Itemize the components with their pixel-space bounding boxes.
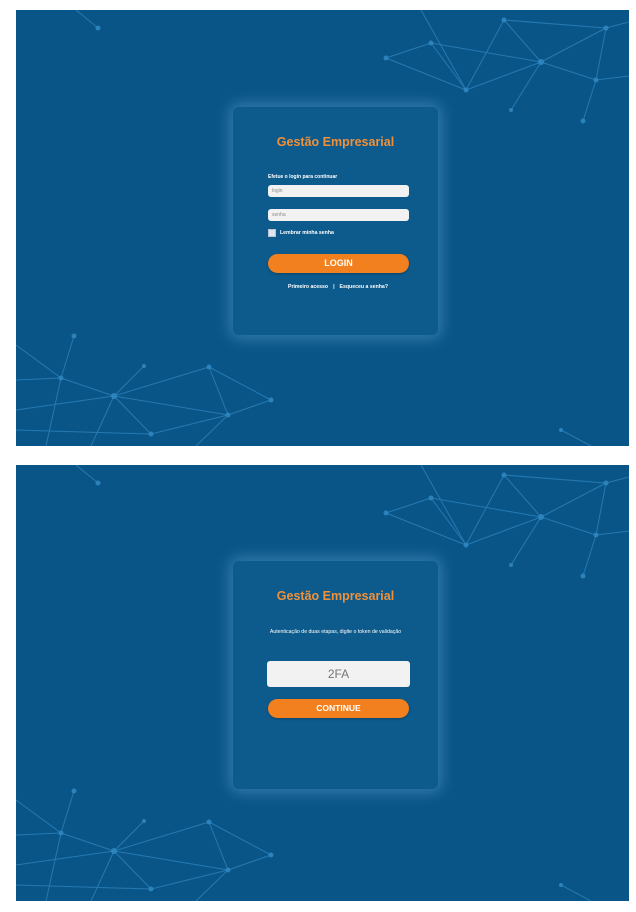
remember-password-checkbox[interactable] xyxy=(268,228,276,237)
continue-button[interactable]: CONTINUE xyxy=(268,699,409,718)
login-links: Primeiro acesso | Esqueceu a senha? xyxy=(273,283,403,291)
login-button[interactable]: LOGIN xyxy=(268,254,409,273)
twofa-instruction: Autenticação de duas etapas, digite o to… xyxy=(269,629,402,635)
password-input[interactable] xyxy=(268,209,409,221)
remember-password-row[interactable]: Lembrar minha senha xyxy=(268,228,334,237)
login-instruction: Efetue o login para continuar xyxy=(268,174,338,180)
login-card: Gestão Empresarial Efetue o login para c… xyxy=(233,107,438,335)
page: Gestão Empresarial Efetue o login para c… xyxy=(0,0,636,912)
twofa-screen: Gestão Empresarial Autenticação de duas … xyxy=(16,465,629,901)
login-input[interactable] xyxy=(268,185,409,197)
token-input[interactable] xyxy=(267,661,410,687)
link-separator: | xyxy=(333,284,335,290)
remember-password-label[interactable]: Lembrar minha senha xyxy=(280,230,334,236)
app-title: Gestão Empresarial xyxy=(276,135,395,149)
app-title: Gestão Empresarial xyxy=(276,589,395,603)
first-access-link[interactable]: Primeiro acesso xyxy=(288,284,328,290)
twofa-card: Gestão Empresarial Autenticação de duas … xyxy=(233,561,438,789)
forgot-password-link[interactable]: Esqueceu a senha? xyxy=(340,284,388,290)
login-screen: Gestão Empresarial Efetue o login para c… xyxy=(16,10,629,446)
